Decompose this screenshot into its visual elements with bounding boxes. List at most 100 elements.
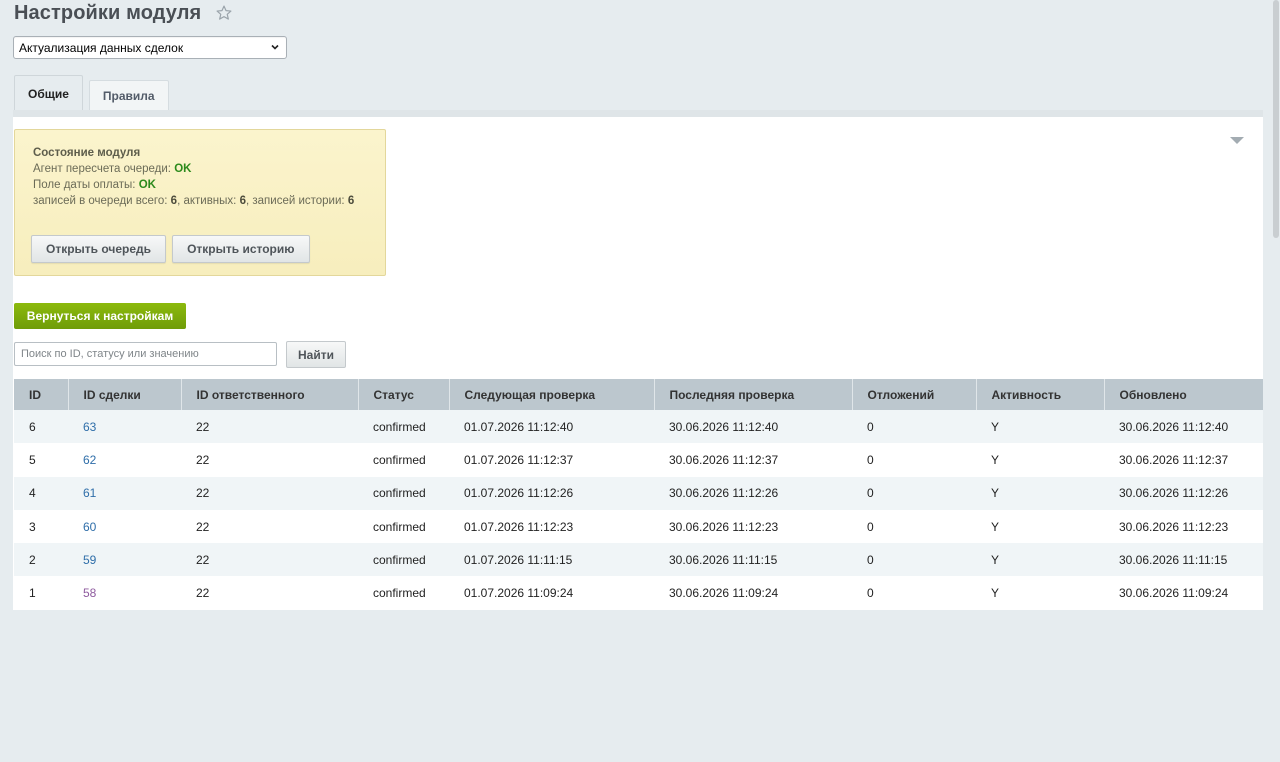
cell-id: 4 [14,476,68,510]
status-title: Состояние модуля [33,147,141,159]
history-count-label: , записей истории: [245,195,345,207]
cell-postponed: 0 [852,476,976,510]
module-select[interactable]: Актуализация данных сделок [13,36,287,59]
cell-responsible-id: 22 [181,576,358,610]
column-header-next-check[interactable]: Следующая проверка [449,379,655,410]
deal-id-link[interactable]: 60 [83,520,96,534]
cell-last-check: 30.06.2026 11:11:15 [654,543,852,577]
page-header: Настройки модуля [14,0,233,26]
cell-status: confirmed [358,476,449,510]
column-header-last-check[interactable]: Последняя проверка [654,379,853,410]
search-button[interactable]: Найти [286,341,346,368]
cell-active: Y [976,443,1104,477]
cell-postponed: 0 [852,410,976,444]
cell-status: confirmed [358,576,449,610]
back-to-settings-button[interactable]: Вернуться к настройкам [14,303,186,329]
cell-postponed: 0 [852,509,976,544]
agent-status-label: Агент пересчета очереди: [33,163,171,175]
paydate-status-line: Поле даты оплаты: OK [33,177,385,193]
cell-updated: 30.06.2026 11:12:23 [1104,509,1263,544]
table-row[interactable]: 1 58 22 confirmed 01.07.2026 11:09:24 30… [14,576,1263,610]
table-row[interactable]: 3 60 22 confirmed 01.07.2026 11:12:23 30… [14,509,1263,544]
deal-id-link[interactable]: 58 [83,586,96,600]
cell-active: Y [976,476,1104,510]
cell-id: 2 [14,543,68,577]
cell-next-check: 01.07.2026 11:09:24 [449,576,654,610]
queue-table: ID ID сделки ID ответственного Статус Сл… [14,379,1263,610]
cell-responsible-id: 22 [181,476,358,510]
cell-postponed: 0 [852,443,976,477]
collapse-triangle-icon[interactable] [1229,136,1245,146]
cell-next-check: 01.07.2026 11:12:26 [449,476,654,510]
cell-active: Y [976,543,1104,577]
table-row[interactable]: 2 59 22 confirmed 01.07.2026 11:11:15 30… [14,543,1263,577]
cell-id: 5 [14,443,68,477]
cell-next-check: 01.07.2026 11:12:40 [449,410,654,444]
tab-content-panel: Состояние модуля Агент пересчета очереди… [13,110,1263,610]
table-row[interactable]: 4 61 22 confirmed 01.07.2026 11:12:26 30… [14,476,1263,510]
paydate-status-value: OK [138,179,156,191]
cell-active: Y [976,410,1104,444]
cell-updated: 30.06.2026 11:12:26 [1104,476,1263,510]
cell-last-check: 30.06.2026 11:12:26 [654,476,852,510]
tab-general[interactable]: Общие [14,75,83,111]
cell-status: confirmed [358,443,449,477]
column-header-updated[interactable]: Обновлено [1104,379,1263,410]
cell-id: 1 [14,576,68,610]
cell-status: confirmed [358,509,449,544]
cell-next-check: 01.07.2026 11:12:37 [449,443,654,477]
table-row[interactable]: 5 62 22 confirmed 01.07.2026 11:12:37 30… [14,443,1263,477]
column-header-status[interactable]: Статус [358,379,450,410]
cell-responsible-id: 22 [181,543,358,577]
table-row[interactable]: 6 63 22 confirmed 01.07.2026 11:12:40 30… [14,410,1263,444]
queue-total-label: записей в очереди всего: [33,195,168,207]
column-header-deal-id[interactable]: ID сделки [68,379,182,410]
chevron-down-icon [271,44,279,50]
queue-counts-line: записей в очереди всего: 6, активных: 6,… [33,193,385,209]
cell-last-check: 30.06.2026 11:09:24 [654,576,852,610]
star-icon[interactable] [215,4,233,22]
cell-last-check: 30.06.2026 11:12:23 [654,509,852,544]
cell-last-check: 30.06.2026 11:12:37 [654,443,852,477]
cell-id: 6 [14,410,68,444]
cell-next-check: 01.07.2026 11:11:15 [449,543,654,577]
deal-id-link[interactable]: 59 [83,553,96,567]
cell-next-check: 01.07.2026 11:12:23 [449,509,654,544]
deal-id-link[interactable]: 62 [83,453,96,467]
cell-last-check: 30.06.2026 11:12:40 [654,410,852,444]
cell-updated: 30.06.2026 11:12:40 [1104,410,1263,444]
history-count-value: 6 [347,195,355,207]
cell-postponed: 0 [852,576,976,610]
column-header-postponed[interactable]: Отложений [852,379,977,410]
status-buttons: Открыть очередь Открыть историю [31,235,316,263]
cell-id: 3 [14,509,68,544]
deal-id-link[interactable]: 63 [83,420,96,434]
open-queue-button[interactable]: Открыть очередь [31,235,167,263]
cell-updated: 30.06.2026 11:09:24 [1104,576,1263,610]
cell-updated: 30.06.2026 11:12:37 [1104,443,1263,477]
page-title: Настройки модуля [14,1,202,24]
table-header-row: ID ID сделки ID ответственного Статус Сл… [14,379,1263,410]
column-header-id[interactable]: ID [14,379,69,410]
module-status-box: Состояние модуля Агент пересчета очереди… [14,129,386,276]
tab-rules[interactable]: Правила [88,80,169,111]
deal-id-link[interactable]: 61 [83,486,96,500]
paydate-status-label: Поле даты оплаты: [33,179,136,191]
column-header-active[interactable]: Активность [976,379,1105,410]
column-header-responsible-id[interactable]: ID ответственного [181,379,359,410]
cell-status: confirmed [358,543,449,577]
cell-responsible-id: 22 [181,410,358,444]
page-scrollbar[interactable] [1273,0,1279,238]
cell-updated: 30.06.2026 11:11:15 [1104,543,1263,577]
tab-bar: Общие Правила [14,75,175,111]
cell-active: Y [976,576,1104,610]
search-input[interactable] [14,342,277,366]
cell-postponed: 0 [852,543,976,577]
open-history-button[interactable]: Открыть историю [172,235,310,263]
cell-active: Y [976,509,1104,544]
module-select-value: Актуализация данных сделок [19,40,184,55]
agent-status-line: Агент пересчета очереди: OK [33,161,385,177]
cell-responsible-id: 22 [181,509,358,544]
agent-status-value: OK [174,163,192,175]
cell-status: confirmed [358,410,449,444]
